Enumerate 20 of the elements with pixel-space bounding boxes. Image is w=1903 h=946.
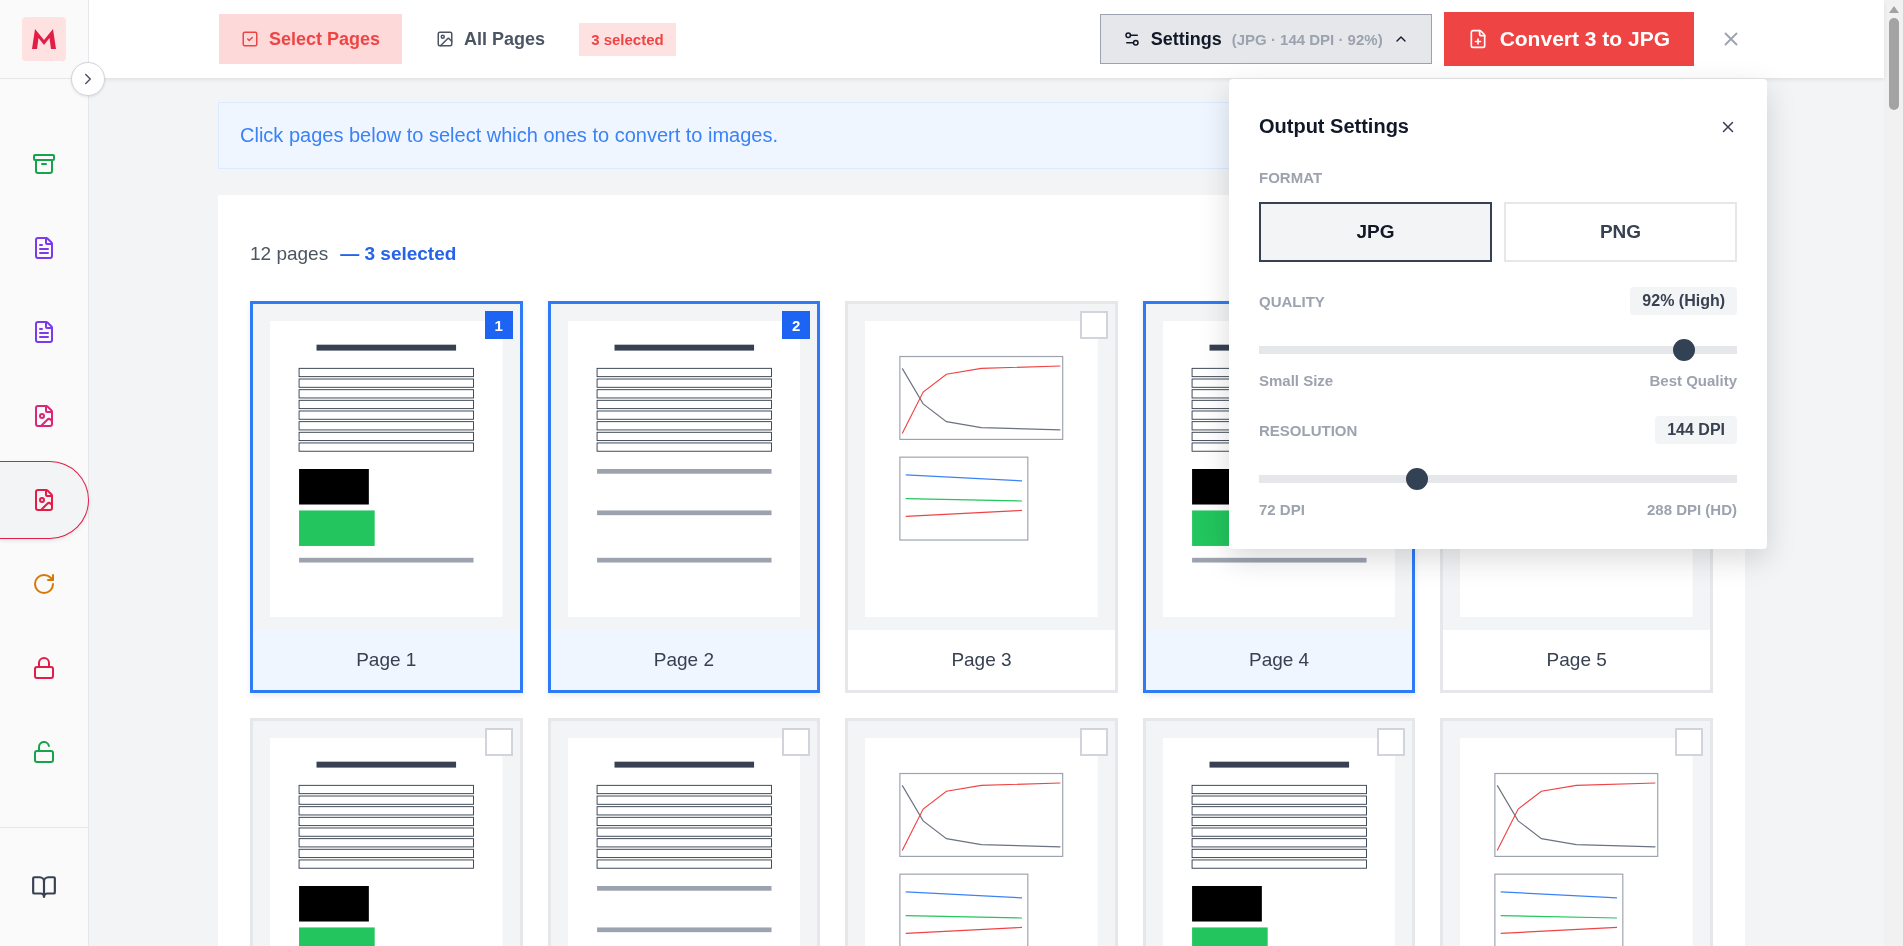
value-chip: 92% (High) bbox=[1630, 287, 1737, 315]
selection-count-badge: 3 selected bbox=[579, 22, 676, 56]
page-label: Page 1 bbox=[355, 648, 418, 672]
page-label: Page 5 bbox=[1545, 648, 1608, 672]
page-count: 12 pages bbox=[250, 243, 329, 265]
selection-number-badge: 2 bbox=[782, 311, 811, 339]
panel-title: Output Settings bbox=[1259, 115, 1409, 138]
range-label: Best Quality bbox=[1649, 372, 1737, 389]
page-label: Page 2 bbox=[652, 648, 715, 672]
value-chip: 144 DPI bbox=[1655, 416, 1737, 444]
range-label: Small Size bbox=[1259, 372, 1334, 389]
section-label: RESOLUTION bbox=[1259, 421, 1358, 439]
range-label: 288 DPI (HD) bbox=[1646, 501, 1737, 518]
section-label: FORMAT bbox=[1259, 169, 1323, 186]
section-label: QUALITY bbox=[1259, 292, 1325, 310]
page-label: Page 3 bbox=[950, 648, 1013, 672]
selected-count: — 3 selected bbox=[340, 243, 457, 265]
page-label: Page 4 bbox=[1247, 648, 1311, 672]
range-label: 72 DPI bbox=[1259, 501, 1305, 518]
selection-number-badge: 1 bbox=[484, 311, 513, 339]
